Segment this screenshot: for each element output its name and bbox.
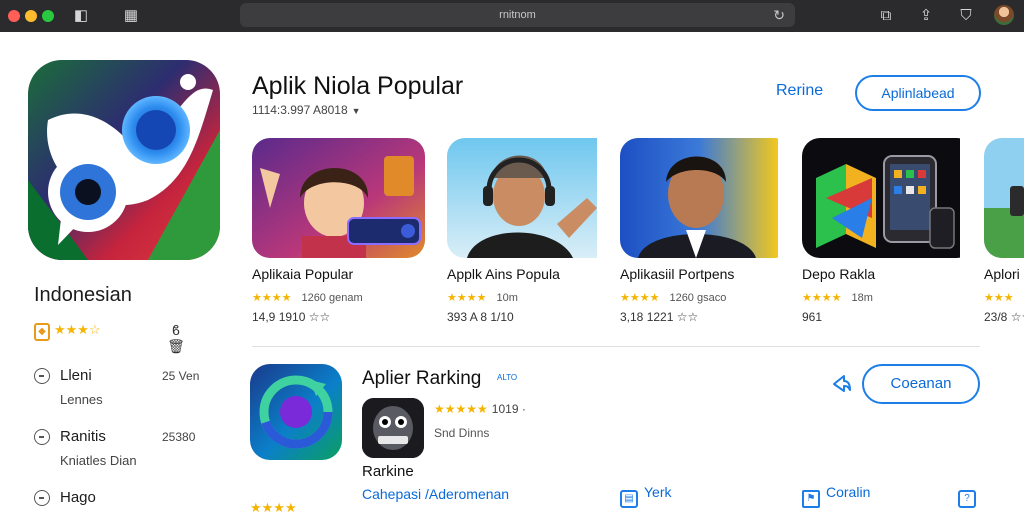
radio-icon[interactable]: [34, 368, 50, 384]
sidebar-toggle-icon[interactable]: ◧: [70, 6, 92, 26]
share-icon[interactable]: ⇪: [915, 6, 937, 26]
maximize-window-button[interactable]: [42, 10, 54, 22]
profile-avatar[interactable]: [994, 5, 1014, 25]
radio-icon[interactable]: [34, 490, 50, 506]
get-button[interactable]: Coeanan: [862, 364, 980, 404]
refine-link[interactable]: Rerine: [776, 82, 823, 100]
app-card-meta: 961: [802, 310, 823, 324]
window-titlebar: ◧ ▦ rnitnom ↻ ⧉ ⇪ ⛉: [0, 0, 1024, 32]
app-card-rating: ★★★★ 10m: [447, 288, 518, 304]
app-card-rating: ★★★★ 1260 gsaco: [620, 288, 726, 304]
ranking-rating: ★★★★★ 1019 ·: [434, 400, 526, 418]
ranking-label: Rarkine: [362, 463, 414, 480]
flag-icon: ⚑: [802, 490, 820, 508]
app-card[interactable]: Aplori ★★★ 23/8 ☆☆: [984, 138, 1024, 338]
bottom-star-rating: ★★★★: [250, 500, 297, 515]
app-card-meta: 393 A 8 1/10: [447, 310, 514, 324]
star-rating: ★★★★: [620, 292, 660, 304]
section-title: Aplik Niola Popular: [252, 72, 464, 100]
sidebar-item-ranitis[interactable]: Ranitis 25380 Kniatles Dian: [34, 427, 204, 481]
app-card[interactable]: Depo Rakla ★★★★ 18m 961: [802, 138, 977, 338]
region-title: Indonesian: [34, 284, 132, 306]
section-meta: 1114:3.997 A8018 ▼: [252, 103, 361, 117]
ranking-tag: ALTO: [497, 373, 518, 382]
flag-action[interactable]: ⚑ Coralin: [802, 484, 870, 508]
sidebar-item-count: 25380: [162, 430, 196, 444]
ranking-app-icon[interactable]: [250, 364, 342, 460]
sidebar-item-label: Lleni: [60, 367, 92, 384]
radio-icon[interactable]: [34, 429, 50, 445]
app-card-title[interactable]: Applk Ains Popula: [447, 266, 560, 282]
app-card-meta: 14,9 1910 ☆☆: [252, 310, 331, 324]
app-card-title[interactable]: Aplikaia Popular: [252, 266, 353, 282]
app-card-meta: 3,18 1221 ☆☆: [620, 310, 699, 324]
app-card-image[interactable]: [802, 138, 975, 258]
app-card[interactable]: Aplikaia Popular ★★★★ 1260 genam 14,9 191…: [252, 138, 427, 338]
app-card-meta: 23/8 ☆☆: [984, 310, 1024, 324]
star-rating: ★★★★: [252, 292, 292, 304]
bookmark-icon: ▤: [620, 490, 638, 508]
section-meta-text: 1114:3.997 A8018: [252, 103, 348, 117]
rating-count: 1260 gsaco: [669, 292, 727, 304]
sidebar-item-label: Ranitis: [60, 428, 106, 445]
star-rating: ★★★★★: [434, 402, 488, 416]
ranking-subtitle: Snd Dinns: [434, 426, 490, 440]
bookmark-label: Yerk: [644, 484, 672, 500]
phone-icon[interactable]: ϐ: [166, 322, 186, 338]
reader-icon[interactable]: ⧉: [875, 6, 897, 26]
tab-overview-icon[interactable]: ▦: [120, 6, 142, 26]
ranking-thumbnail[interactable]: [362, 398, 424, 458]
section-divider: [252, 346, 980, 347]
sidebar-item-count: 25 Ven: [162, 369, 200, 383]
close-window-button[interactable]: [8, 10, 20, 22]
reload-icon[interactable]: ↻: [773, 5, 785, 25]
app-card[interactable]: Applk Ains Popula ★★★★ 10m 393 A 8 1/10: [447, 138, 622, 338]
rating-count: 1019 ·: [491, 402, 526, 416]
chevron-down-icon[interactable]: ▼: [352, 106, 361, 116]
rating-count: 10m: [496, 292, 518, 304]
sidebar-item-lleni[interactable]: Lleni 25 Ven Lennes: [34, 366, 204, 420]
shield-icon[interactable]: ⛉: [955, 6, 977, 26]
rating-count: 1260 genam: [301, 292, 363, 304]
sidebar-item-sub: Lennes: [60, 392, 103, 407]
minimize-window-button[interactable]: [25, 10, 37, 22]
sidebar-item-hago[interactable]: Hago: [34, 488, 204, 510]
help-action[interactable]: ?: [958, 484, 982, 508]
download-button[interactable]: Aplinlabead: [855, 75, 981, 111]
star-rating: ★★★★: [447, 292, 487, 304]
star-rating: ★★★★: [802, 292, 842, 304]
app-card[interactable]: Aplikasiil Portpens ★★★★ 1260 gsaco 3,18 …: [620, 138, 795, 338]
rating-stars: ★★★☆: [54, 322, 101, 337]
featured-app-icon[interactable]: [28, 60, 220, 260]
rating-row: ◆ ★★★☆ ϐ🗑: [34, 322, 204, 354]
badge-icon: ◆: [34, 323, 50, 341]
ranking-title: Aplier Rarking: [362, 368, 482, 389]
address-text[interactable]: rnitnom: [240, 3, 795, 27]
app-card-title[interactable]: Aplikasiil Portpens: [620, 266, 734, 282]
trash-icon[interactable]: 🗑: [166, 338, 186, 355]
rating-count: 18m: [851, 292, 873, 304]
app-card-title[interactable]: Depo Rakla: [802, 266, 875, 282]
address-bar[interactable]: rnitnom ↻: [240, 3, 795, 27]
app-card-image[interactable]: [252, 138, 425, 258]
question-icon: ?: [958, 490, 976, 508]
bookmark-action[interactable]: ▤ Yerk: [620, 484, 672, 508]
app-card-rating: ★★★★ 1260 genam: [252, 288, 363, 304]
app-card-title[interactable]: Aplori: [984, 266, 1020, 282]
app-card-rating: ★★★★ 18m: [802, 288, 873, 304]
app-card-rating: ★★★: [984, 288, 1014, 304]
sidebar-item-label: Hago: [60, 489, 96, 506]
flag-label: Coralin: [826, 484, 871, 500]
app-card-image[interactable]: [984, 138, 1024, 258]
app-card-image[interactable]: [620, 138, 793, 258]
tool-icons: ϐ🗑: [166, 322, 204, 355]
share-icon[interactable]: [830, 372, 854, 396]
sidebar-item-sub: Kniatles Dian: [60, 453, 137, 468]
app-card-image[interactable]: [447, 138, 620, 258]
star-rating: ★★★: [984, 292, 1014, 304]
ranking-category-link[interactable]: Cahepasi /Aderomenan: [362, 486, 509, 502]
